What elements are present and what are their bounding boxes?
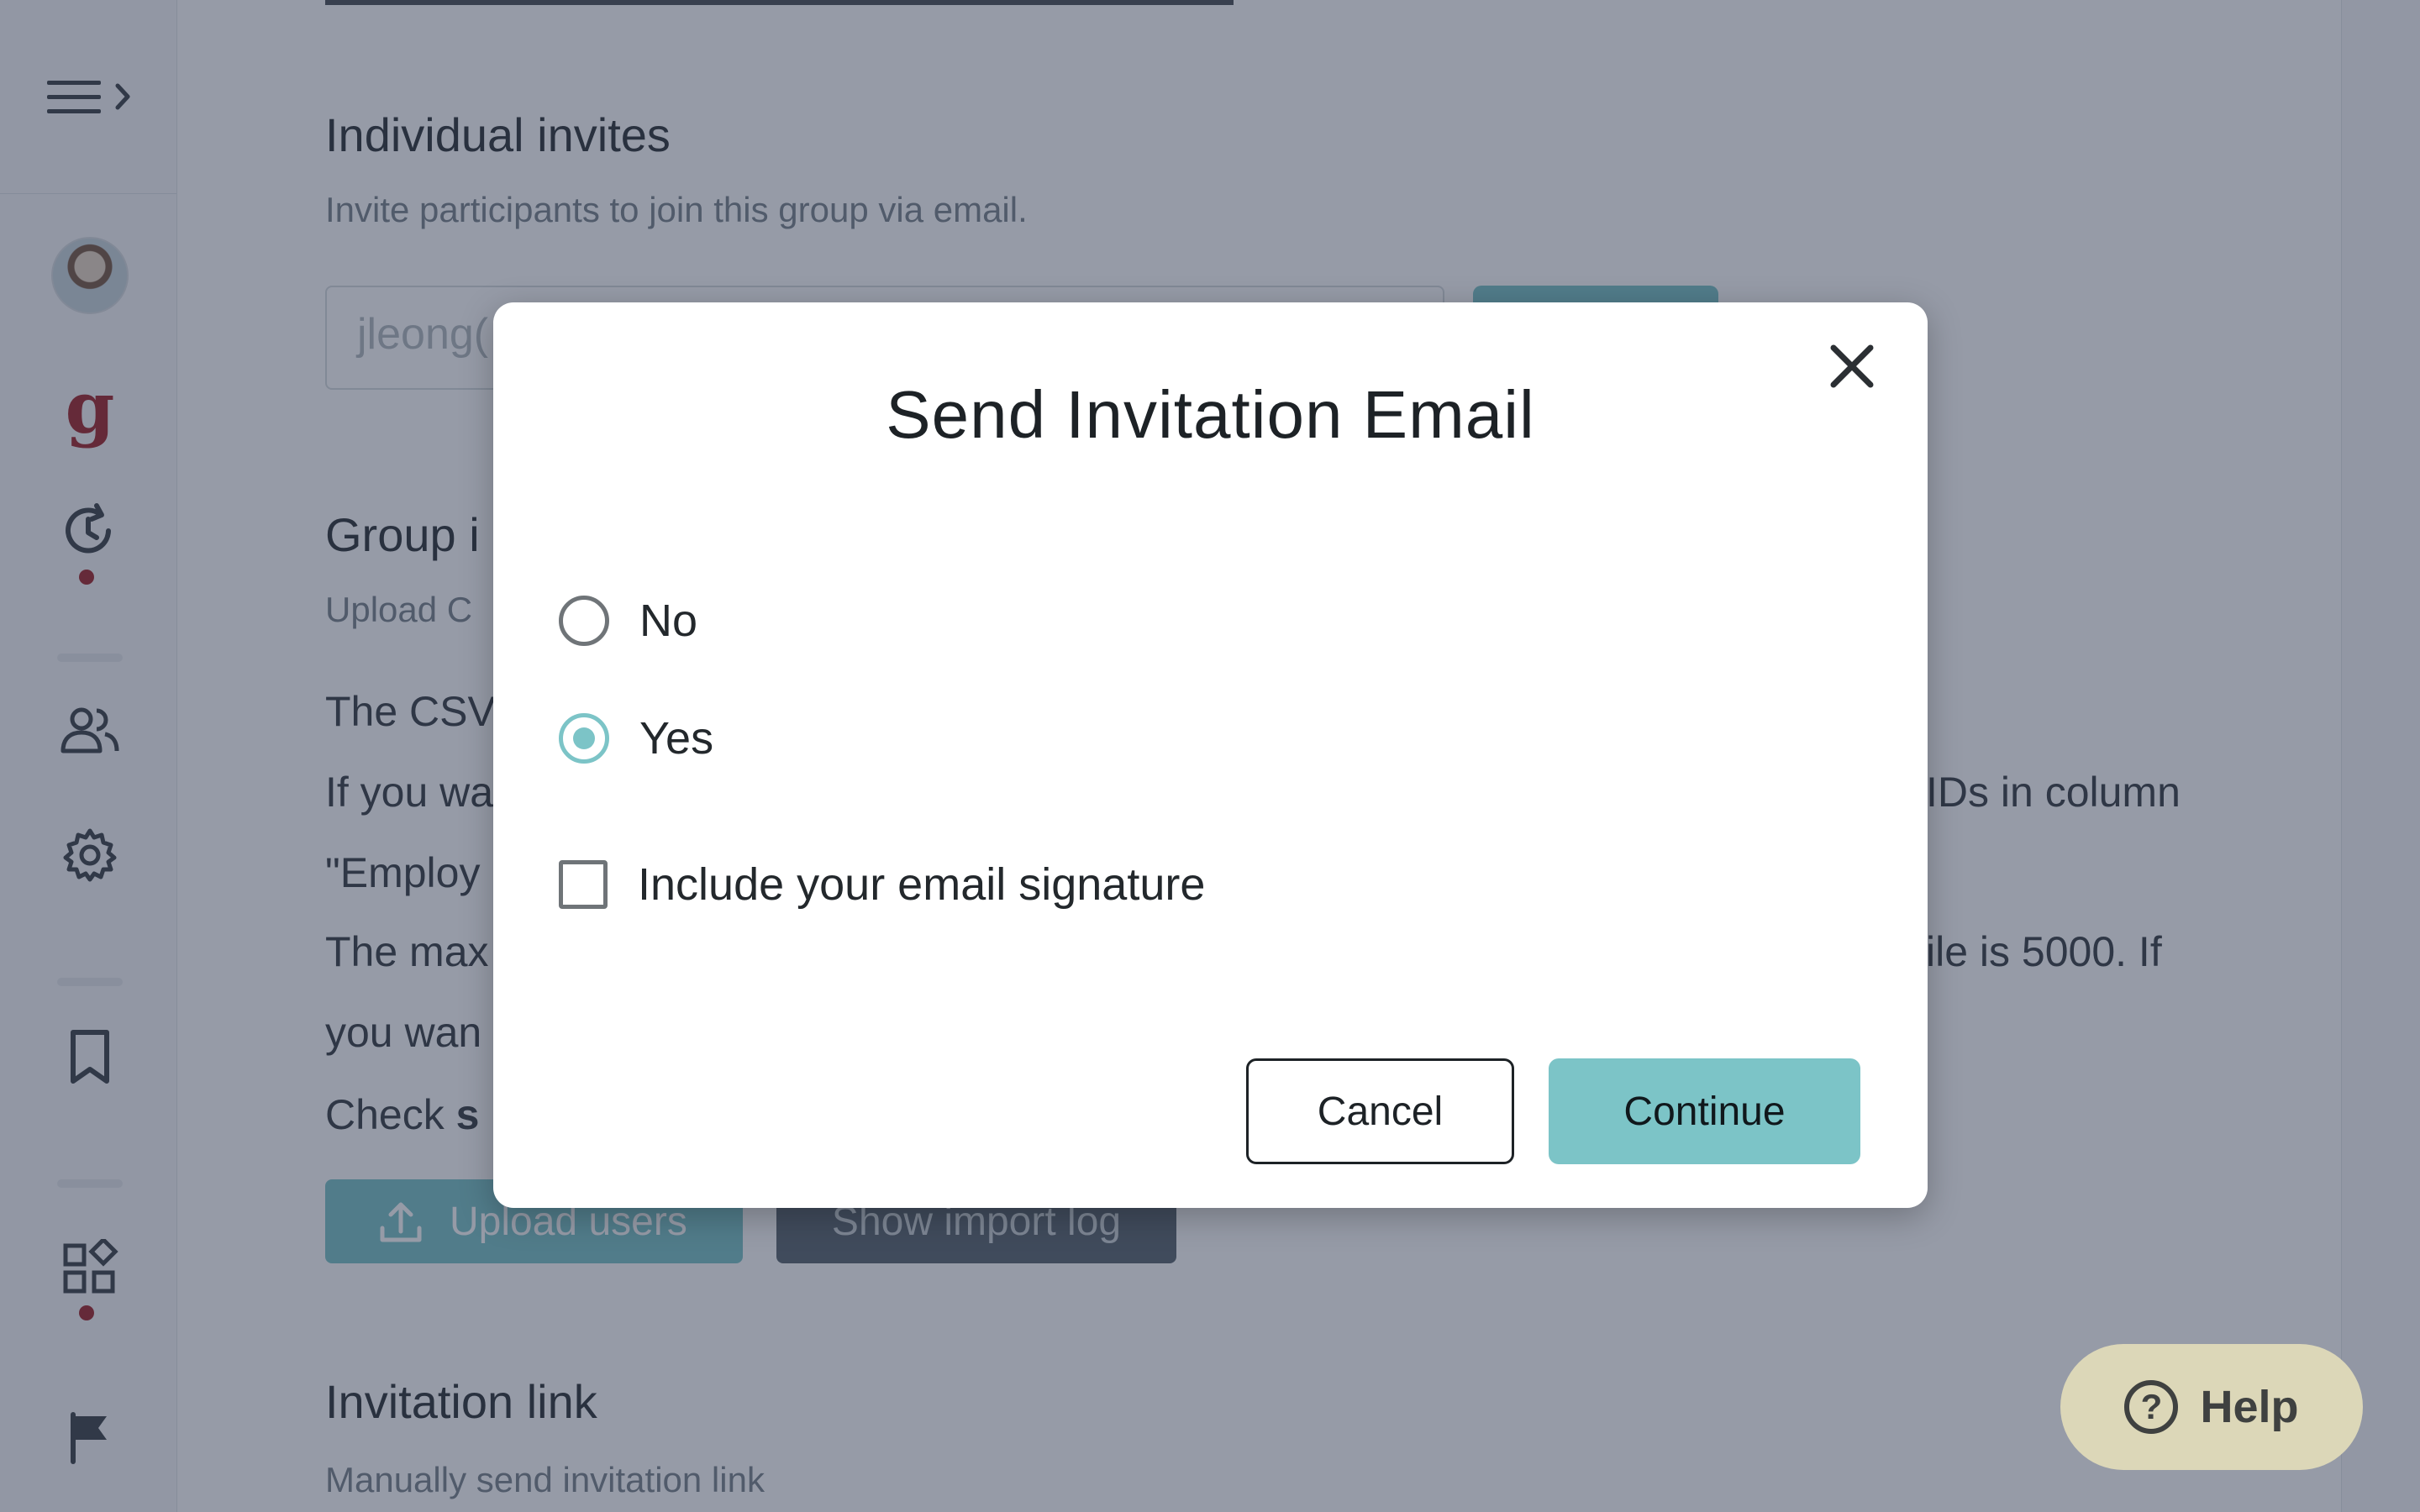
radio-label-yes: Yes — [639, 713, 714, 764]
continue-button[interactable]: Continue — [1549, 1058, 1860, 1164]
radio-label-no: No — [639, 596, 698, 646]
radio-option-yes[interactable]: Yes — [559, 712, 713, 764]
radio-option-no[interactable]: No — [559, 595, 697, 647]
question-circle-icon: ? — [2124, 1380, 2179, 1434]
include-signature-label: Include your email signature — [638, 859, 1206, 910]
include-signature-option[interactable]: Include your email signature — [559, 858, 1205, 911]
radio-button-no[interactable] — [559, 596, 609, 646]
cancel-button[interactable]: Cancel — [1246, 1058, 1514, 1164]
send-invitation-email-dialog: Send Invitation Email No Yes Include you… — [493, 302, 1928, 1208]
radio-button-yes[interactable] — [559, 713, 609, 764]
include-signature-checkbox[interactable] — [559, 860, 608, 909]
help-button[interactable]: ? Help — [2060, 1344, 2363, 1470]
dialog-title: Send Invitation Email — [886, 377, 1535, 452]
help-label: Help — [2200, 1382, 2299, 1432]
